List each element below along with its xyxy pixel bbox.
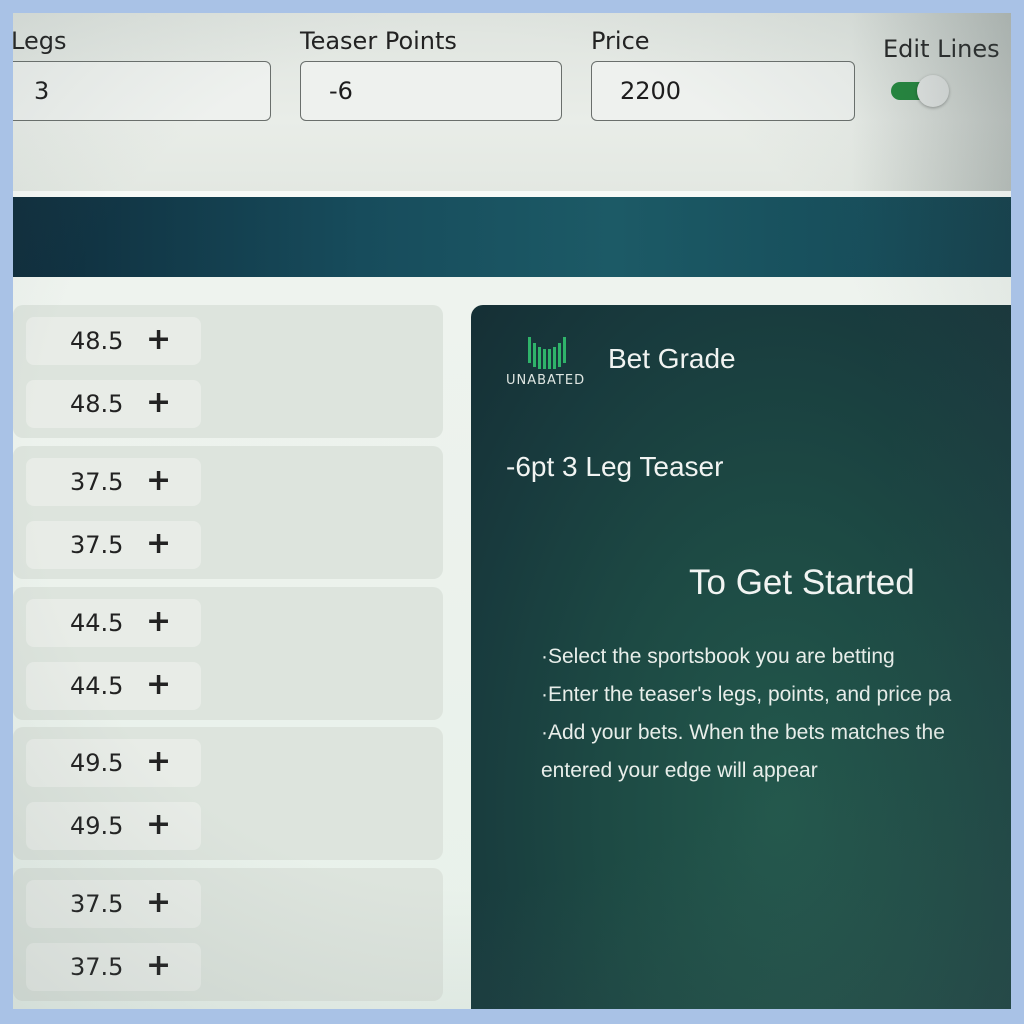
line-button[interactable]: 37.5 + — [26, 880, 201, 928]
line-button[interactable]: 49.5 + — [26, 802, 201, 850]
getting-started-heading: To Get Started — [689, 563, 915, 602]
line-value: 49.5 — [70, 812, 124, 840]
line-value: 44.5 — [70, 609, 124, 637]
line-value: 37.5 — [70, 468, 124, 496]
bet-grade-panel: UNABATED Bet Grade -6pt 3 Leg Teaser To … — [471, 305, 1011, 1009]
app-frame: Legs 3 Teaser Points -6 Price 2200 Edit … — [13, 13, 1011, 1009]
line-group: 48.5 + 48.5 + — [13, 305, 443, 438]
price-input[interactable]: 2200 — [591, 61, 855, 121]
header-banner — [13, 197, 1011, 277]
plus-icon[interactable]: + — [146, 739, 171, 785]
line-value: 37.5 — [70, 890, 124, 918]
teaser-settings-bar: Legs 3 Teaser Points -6 Price 2200 Edit … — [13, 13, 1011, 191]
price-label: Price — [591, 27, 650, 55]
plus-icon[interactable]: + — [146, 662, 171, 708]
legs-label: Legs — [13, 27, 67, 55]
line-value: 49.5 — [70, 749, 124, 777]
edit-lines-toggle[interactable] — [891, 75, 953, 107]
toggle-track — [891, 82, 941, 100]
line-value: 37.5 — [70, 531, 124, 559]
plus-icon[interactable]: + — [146, 802, 171, 848]
line-button[interactable]: 48.5 + — [26, 317, 201, 365]
line-group: 37.5 + 37.5 + — [13, 868, 443, 1001]
line-button[interactable]: 37.5 + — [26, 521, 201, 569]
plus-icon[interactable]: + — [146, 380, 171, 426]
logo-text: UNABATED — [506, 373, 586, 388]
plus-icon[interactable]: + — [146, 880, 171, 926]
line-button[interactable]: 37.5 + — [26, 458, 201, 506]
instruction-line: entered your edge will appear — [541, 759, 818, 782]
line-button[interactable]: 37.5 + — [26, 943, 201, 991]
teaser-points-input[interactable]: -6 — [300, 61, 562, 121]
line-group: 37.5 + 37.5 + — [13, 446, 443, 579]
line-button[interactable]: 44.5 + — [26, 599, 201, 647]
plus-icon[interactable]: + — [146, 521, 171, 567]
line-button[interactable]: 44.5 + — [26, 662, 201, 710]
plus-icon[interactable]: + — [146, 458, 171, 504]
teaser-points-label: Teaser Points — [300, 27, 457, 55]
line-button[interactable]: 49.5 + — [26, 739, 201, 787]
line-value: 44.5 — [70, 672, 124, 700]
line-group: 49.5 + 49.5 + — [13, 727, 443, 860]
teaser-summary: -6pt 3 Leg Teaser — [506, 451, 724, 482]
plus-icon[interactable]: + — [146, 943, 171, 989]
plus-icon[interactable]: + — [146, 599, 171, 645]
line-button[interactable]: 48.5 + — [26, 380, 201, 428]
edit-lines-label: Edit Lines — [883, 35, 1000, 63]
instruction-line: ·Select the sportsbook you are betting — [541, 645, 895, 668]
line-value: 48.5 — [70, 390, 124, 418]
instruction-line: ·Enter the teaser's legs, points, and pr… — [541, 683, 952, 706]
toggle-knob — [917, 75, 949, 107]
instruction-line: ·Add your bets. When the bets matches th… — [541, 721, 945, 744]
panel-title: Bet Grade — [608, 343, 736, 374]
line-value: 48.5 — [70, 327, 124, 355]
legs-input[interactable]: 3 — [13, 61, 271, 121]
line-value: 37.5 — [70, 953, 124, 981]
line-group: 44.5 + 44.5 + — [13, 587, 443, 720]
plus-icon[interactable]: + — [146, 317, 171, 363]
